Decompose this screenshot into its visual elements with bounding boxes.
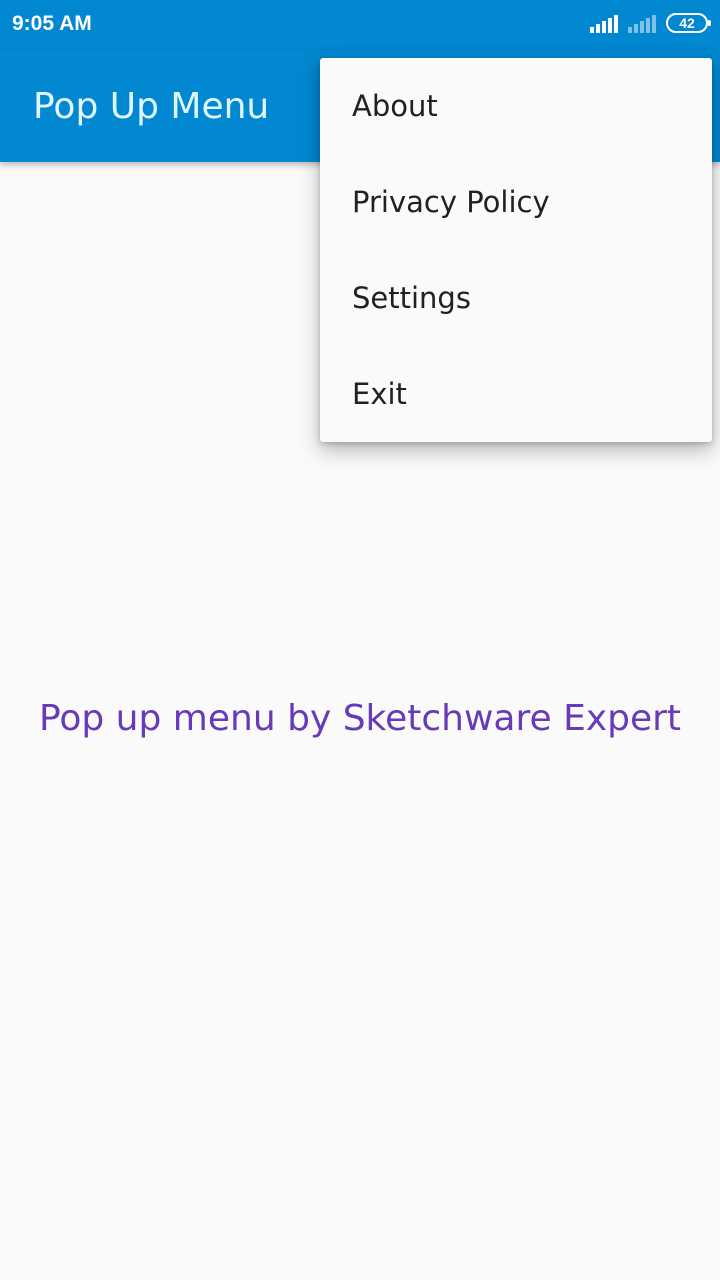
signal-weak-icon	[628, 13, 656, 33]
menu-item-settings[interactable]: Settings	[320, 250, 712, 346]
status-bar: 9:05 AM 42	[0, 0, 720, 50]
signal-icon	[590, 13, 618, 33]
app-title: Pop Up Menu	[33, 86, 270, 127]
menu-item-exit[interactable]: Exit	[320, 346, 712, 442]
status-time: 9:05 AM	[12, 12, 92, 35]
popup-menu: About Privacy Policy Settings Exit	[320, 58, 712, 442]
main-text: Pop up menu by Sketchware Expert	[38, 698, 682, 739]
menu-item-about[interactable]: About	[320, 58, 712, 154]
battery-icon: 42	[666, 13, 711, 33]
status-icons: 42	[590, 13, 711, 33]
menu-item-privacy-policy[interactable]: Privacy Policy	[320, 154, 712, 250]
